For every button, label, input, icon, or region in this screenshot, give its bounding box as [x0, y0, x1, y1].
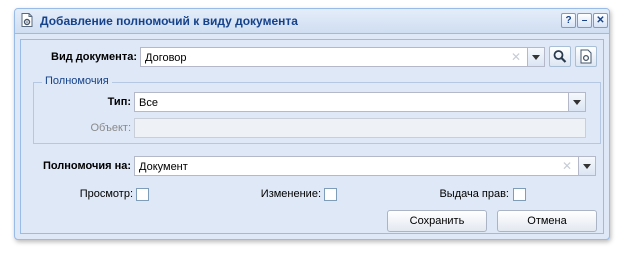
open-doc-type-button[interactable] [575, 46, 597, 67]
type-combo[interactable]: Все [134, 92, 586, 112]
rights-on-value: Документ [139, 161, 188, 173]
rights-on-dropdown-button[interactable] [578, 157, 595, 175]
dialog-body: Вид документа: Договор ✕ Полномочия Тип: [20, 39, 604, 234]
type-value: Все [139, 97, 158, 109]
chevron-down-icon [532, 55, 540, 60]
search-button[interactable] [549, 46, 571, 67]
type-dropdown-button[interactable] [568, 93, 585, 111]
document-gear-icon [580, 49, 592, 64]
minimize-button[interactable]: – [577, 13, 592, 28]
document-gear-icon [21, 13, 33, 27]
grant-checkbox[interactable] [513, 188, 526, 201]
edit-label: Изменение: [260, 188, 321, 200]
rights-on-label: Полномочия на: [42, 160, 131, 172]
grant-label: Выдача прав: [439, 188, 509, 200]
cancel-button[interactable]: Отмена [497, 210, 597, 232]
chevron-down-icon [583, 164, 591, 169]
save-button[interactable]: Сохранить [387, 210, 487, 232]
doc-type-combo[interactable]: Договор ✕ [140, 47, 545, 67]
view-label: Просмотр: [79, 188, 133, 200]
doc-type-value: Договор [145, 52, 187, 64]
rights-group-legend: Полномочия [42, 75, 112, 87]
close-button[interactable]: ✕ [593, 13, 608, 28]
type-label: Тип: [107, 96, 131, 108]
doc-type-dropdown-button[interactable] [527, 48, 544, 66]
doc-type-label: Вид документа: [51, 51, 137, 63]
view-checkbox[interactable] [136, 188, 149, 201]
object-field [134, 118, 586, 138]
chevron-down-icon [573, 100, 581, 105]
rights-on-combo[interactable]: Документ ✕ [134, 156, 596, 176]
clear-x-icon[interactable]: ✕ [510, 51, 522, 63]
search-icon [553, 50, 567, 63]
edit-checkbox[interactable] [324, 188, 337, 201]
help-button[interactable]: ? [561, 13, 576, 28]
dialog-window: Добавление полномочий к виду документа ?… [14, 8, 610, 240]
window-title: Добавление полномочий к виду документа [40, 14, 298, 28]
object-label: Объект: [90, 122, 131, 134]
title-bar[interactable]: Добавление полномочий к виду документа ?… [15, 9, 609, 34]
clear-x-icon[interactable]: ✕ [561, 160, 573, 172]
